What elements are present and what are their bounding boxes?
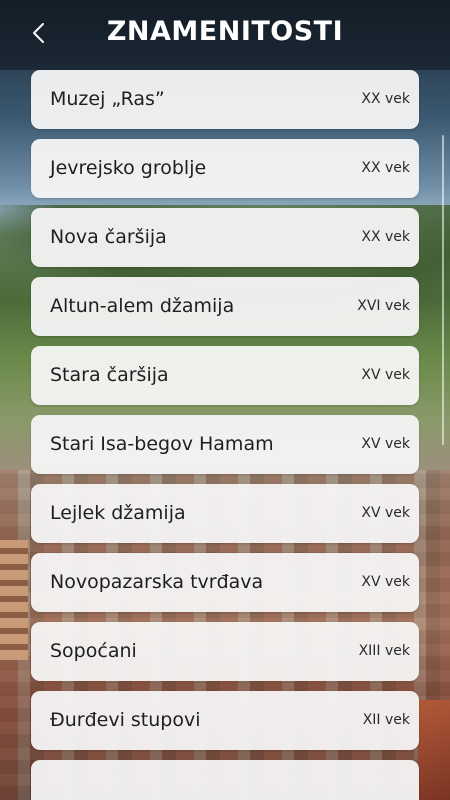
list-item-nova-carsija[interactable]: Nova čaršija XX vek bbox=[31, 208, 419, 267]
list-item-jevrejsko-groblje[interactable]: Jevrejsko groblje XX vek bbox=[31, 139, 419, 198]
item-name: Novopazarska tvrđava bbox=[50, 571, 264, 593]
item-century: XV vek bbox=[361, 574, 410, 590]
item-name: Đurđevi stupovi bbox=[50, 709, 201, 731]
item-name: Sopoćani bbox=[50, 640, 137, 662]
list-item-sopocani[interactable]: Sopoćani XIII vek bbox=[31, 622, 419, 681]
item-century: XV vek bbox=[361, 436, 410, 452]
item-century: XX vek bbox=[361, 229, 410, 245]
item-century: XV vek bbox=[361, 505, 410, 521]
list-item-lejlek-dzamija[interactable]: Lejlek džamija XV vek bbox=[31, 484, 419, 543]
list-item-stara-carsija[interactable]: Stara čaršija XV vek bbox=[31, 346, 419, 405]
app-screen: ZNAMENITOSTI Muzej „Ras” XX vek Jevrejsk… bbox=[0, 0, 450, 800]
item-century: XX vek bbox=[361, 91, 410, 107]
item-century: XVI vek bbox=[357, 298, 410, 314]
scrollbar[interactable] bbox=[442, 135, 444, 445]
item-name: Nova čaršija bbox=[50, 226, 167, 248]
page-title: ZNAMENITOSTI bbox=[106, 16, 344, 47]
background-building bbox=[0, 540, 28, 660]
background-roof bbox=[418, 700, 450, 800]
sights-list: Muzej „Ras” XX vek Jevrejsko groblje XX … bbox=[31, 70, 419, 800]
item-name: Muzej „Ras” bbox=[50, 88, 165, 110]
item-name: Stari Isa-begov Hamam bbox=[50, 433, 274, 455]
list-item-novopazarska-tvrdjava[interactable]: Novopazarska tvrđava XV vek bbox=[31, 553, 419, 612]
item-century: XIII vek bbox=[358, 643, 410, 659]
list-item-isa-begov-hamam[interactable]: Stari Isa-begov Hamam XV vek bbox=[31, 415, 419, 474]
item-name: Altun-alem džamija bbox=[50, 295, 235, 317]
item-name: Jevrejsko groblje bbox=[50, 157, 207, 179]
list-item-partial[interactable] bbox=[31, 760, 419, 800]
item-century: XII vek bbox=[362, 712, 410, 728]
list-item-altun-alem-dzamija[interactable]: Altun-alem džamija XVI vek bbox=[31, 277, 419, 336]
item-name: Stara čaršija bbox=[50, 364, 169, 386]
item-name: Lejlek džamija bbox=[50, 502, 186, 524]
app-header: ZNAMENITOSTI bbox=[0, 0, 450, 70]
list-item-djurdjevi-stupovi[interactable]: Đurđevi stupovi XII vek bbox=[31, 691, 419, 750]
list-item-muzej-ras[interactable]: Muzej „Ras” XX vek bbox=[31, 70, 419, 129]
item-century: XV vek bbox=[361, 367, 410, 383]
item-century: XX vek bbox=[361, 160, 410, 176]
